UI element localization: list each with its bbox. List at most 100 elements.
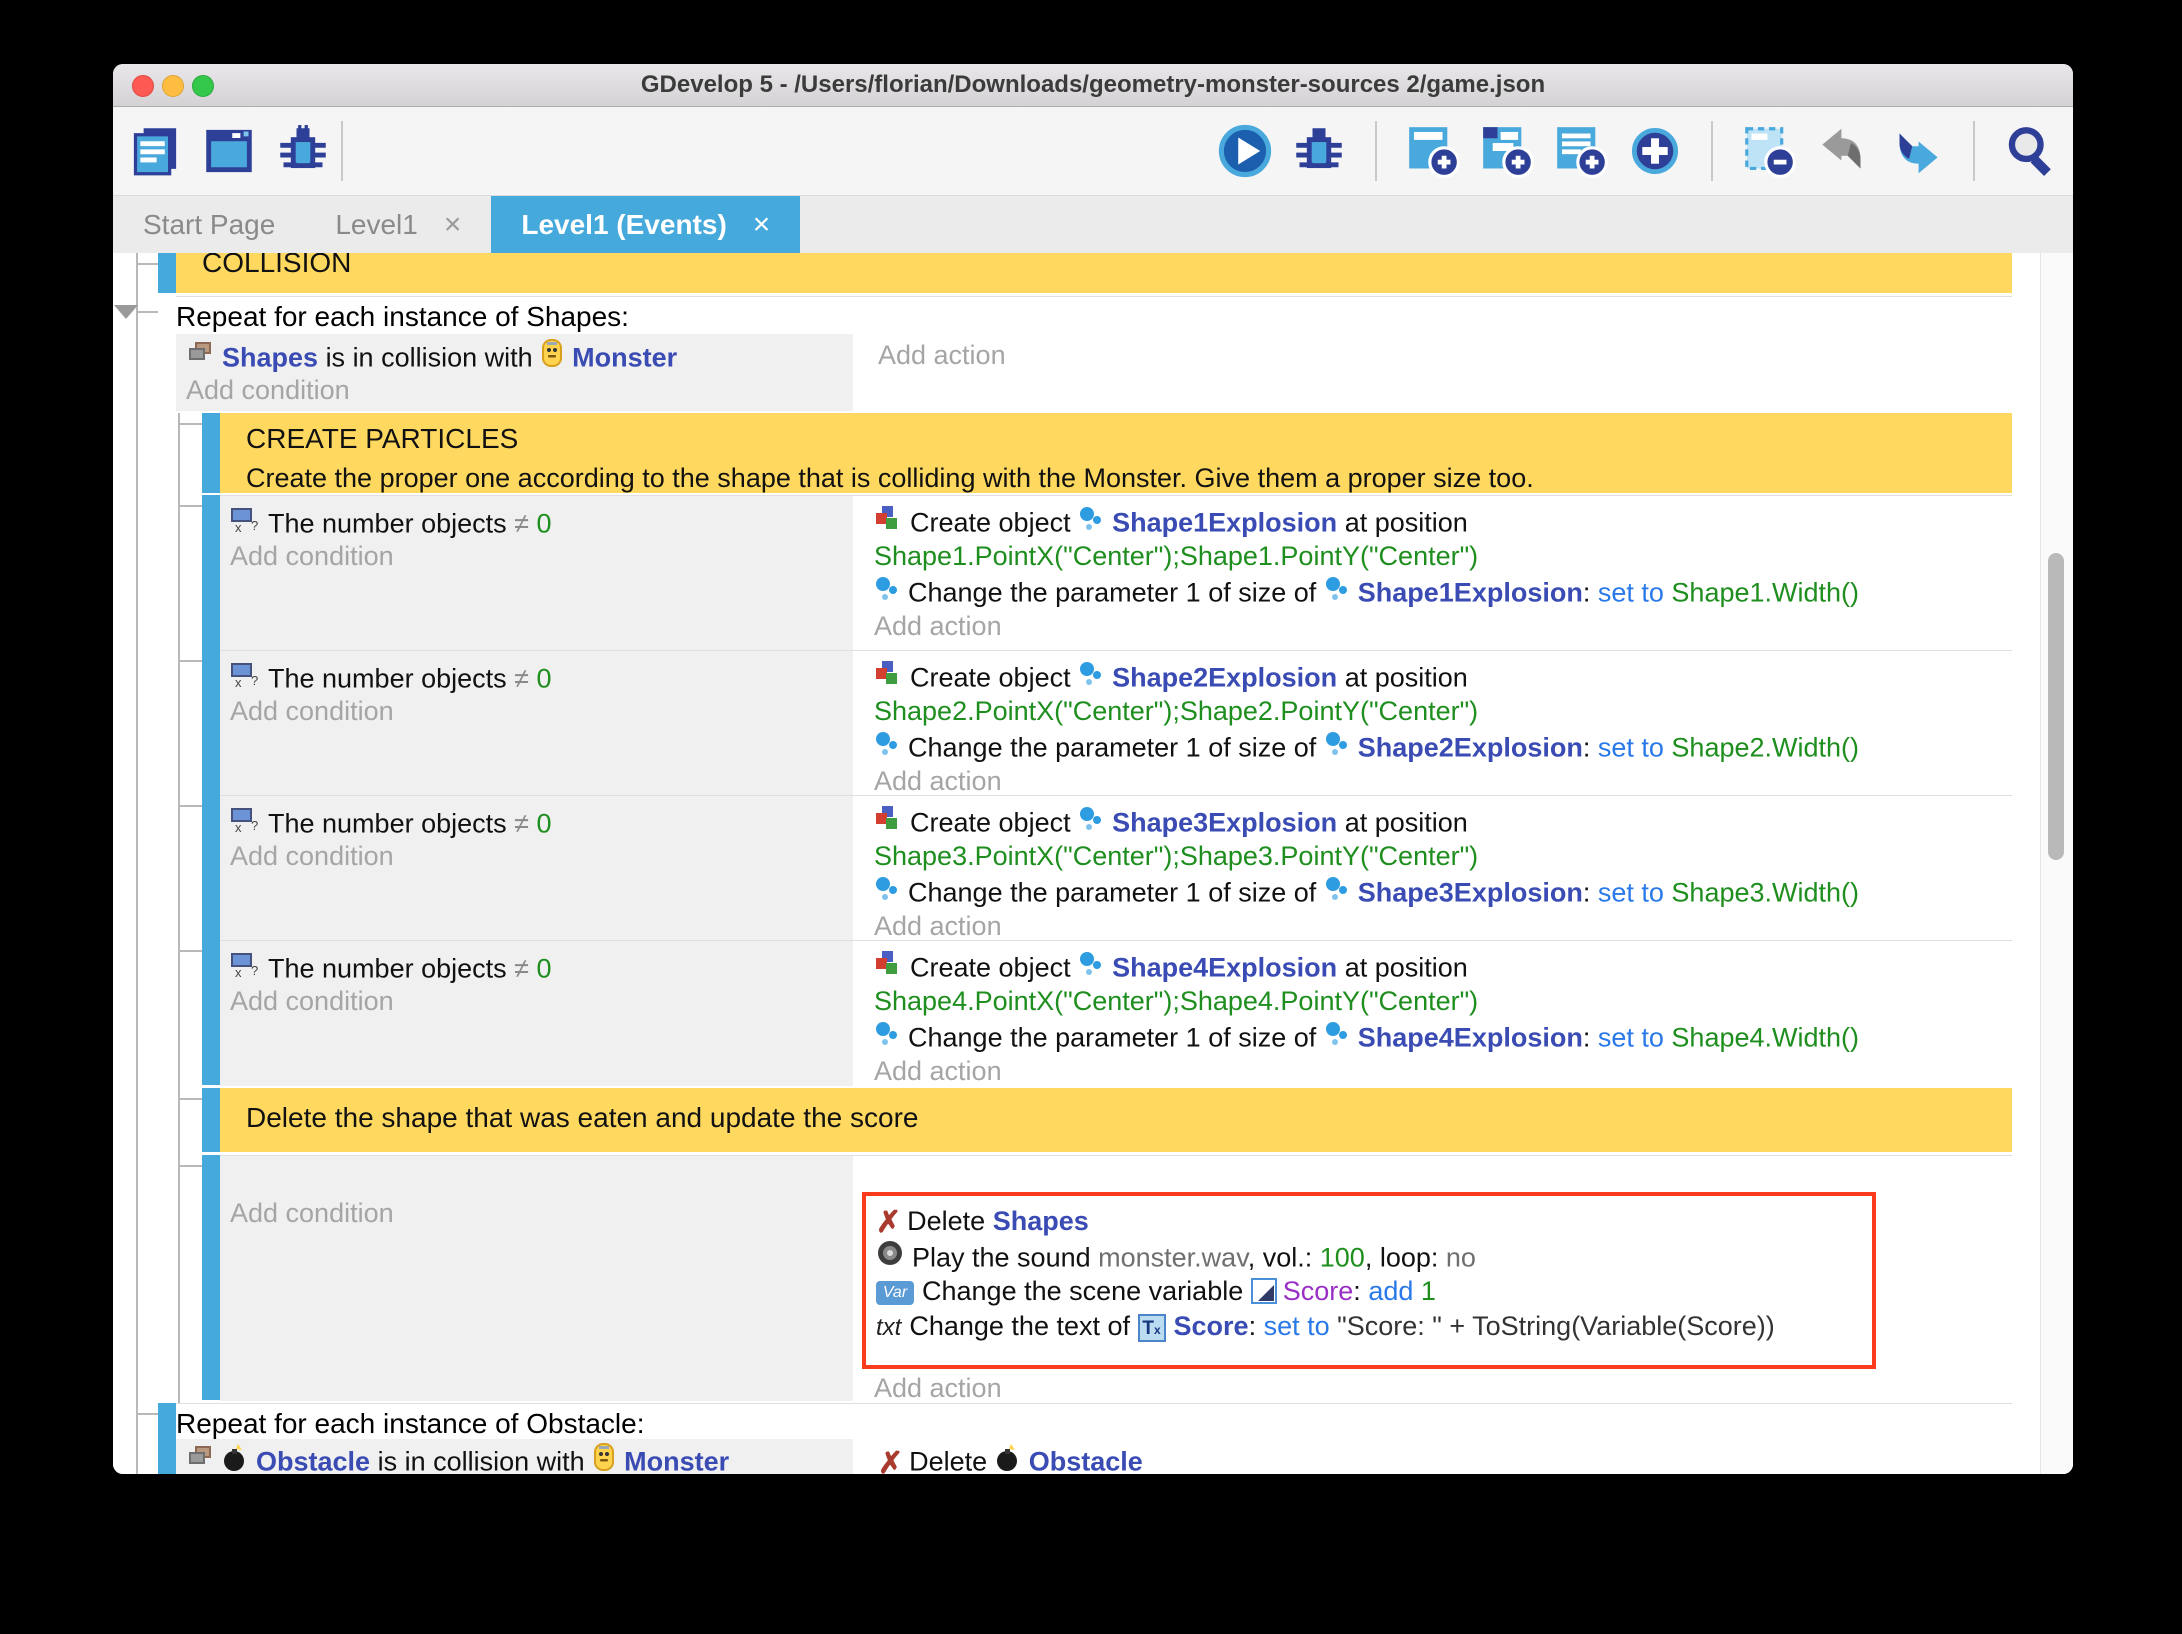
action-text: Create object bbox=[910, 808, 1071, 838]
collapse-arrow-icon[interactable] bbox=[114, 305, 138, 319]
variable-icon: Var bbox=[876, 1281, 914, 1305]
zoom-window-button[interactable] bbox=[192, 75, 214, 97]
add-action-button[interactable]: Add action bbox=[862, 909, 2012, 941]
parameter: monster.wav bbox=[1098, 1243, 1248, 1273]
add-condition-button[interactable]: Add condition bbox=[220, 1156, 853, 1231]
action-text: Change the parameter 1 of size of bbox=[908, 578, 1316, 608]
shape3-event[interactable]: x?The number objects ≠ 0 Add condition C… bbox=[220, 795, 2012, 941]
object-name: Obstacle bbox=[1029, 1447, 1143, 1474]
add-condition-button[interactable]: Add condition bbox=[220, 984, 853, 1019]
tree-guide-tick bbox=[178, 505, 202, 507]
condition-text: The number objects bbox=[268, 509, 507, 539]
debug-icon[interactable] bbox=[275, 123, 331, 179]
add-subevent-icon[interactable] bbox=[1479, 123, 1535, 179]
search-icon[interactable] bbox=[2003, 123, 2059, 179]
action-text: , vol.: bbox=[1248, 1243, 1313, 1273]
undo-icon[interactable] bbox=[1815, 123, 1871, 179]
colon: : bbox=[1249, 1311, 1257, 1341]
comment-delete-score[interactable]: Delete the shape that was eaten and upda… bbox=[220, 1088, 2012, 1152]
comment-create-particles[interactable]: CREATE PARTICLES Create the proper one a… bbox=[220, 413, 2012, 493]
conditions-column[interactable]: x?The number objects ≠ 0 Add condition bbox=[220, 796, 853, 941]
add-circle-icon[interactable] bbox=[1627, 123, 1683, 179]
add-action-button[interactable]: Add action bbox=[862, 764, 2012, 796]
shape4-event[interactable]: x?The number objects ≠ 0 Add condition C… bbox=[220, 940, 2012, 1086]
particle-emitter-icon bbox=[874, 729, 900, 764]
condition-text: The number objects bbox=[268, 954, 507, 984]
monster-icon bbox=[540, 338, 564, 373]
actions-column[interactable]: Add action bbox=[866, 334, 2012, 411]
add-condition-button[interactable]: Add condition bbox=[220, 539, 853, 574]
add-action-button[interactable]: Add action bbox=[862, 1371, 1002, 1401]
debug-icon[interactable] bbox=[1291, 123, 1347, 179]
close-icon[interactable]: × bbox=[753, 208, 771, 242]
actions-column[interactable]: Create object Shape1Explosion at positio… bbox=[862, 496, 2012, 651]
text-object-icon: Tx bbox=[1138, 1314, 1166, 1342]
conditions-column[interactable]: x?The number objects ≠ 0 Add condition bbox=[220, 941, 853, 1086]
add-comment-icon[interactable] bbox=[1553, 123, 1609, 179]
project-manager-icon[interactable] bbox=[127, 123, 183, 179]
object-name: Shape4Explosion bbox=[1358, 1023, 1583, 1053]
tree-guide-tick bbox=[138, 311, 158, 313]
svg-text:x: x bbox=[235, 675, 242, 689]
tab-level1[interactable]: Level1 × bbox=[305, 196, 491, 254]
actions-column[interactable]: Create object Shape2Explosion at positio… bbox=[862, 651, 2012, 796]
keyword: set to bbox=[1264, 1311, 1330, 1341]
shape2-event[interactable]: x?The number objects ≠ 0 Add condition C… bbox=[220, 650, 2012, 796]
svg-text:?: ? bbox=[251, 818, 258, 833]
tree-guide-line bbox=[136, 253, 138, 1474]
repeat-obstacle-event[interactable]: Repeat for each instance of Obstacle: Ob… bbox=[176, 1403, 2012, 1474]
conditions-column[interactable]: Shapes is in collision with Monster Add … bbox=[176, 334, 853, 411]
play-icon[interactable] bbox=[1217, 123, 1273, 179]
minimize-window-button[interactable] bbox=[162, 75, 184, 97]
keyword: add bbox=[1368, 1276, 1413, 1306]
repeat-shapes-event[interactable]: Repeat for each instance of Shapes: Shap… bbox=[176, 296, 2012, 411]
conditions-column[interactable]: Obstacle is in collision with Monster bbox=[176, 1439, 853, 1474]
scrollbar-thumb[interactable] bbox=[2048, 553, 2064, 860]
svg-text:?: ? bbox=[251, 518, 258, 533]
preview-window-icon[interactable] bbox=[201, 123, 257, 179]
add-event-icon[interactable] bbox=[1405, 123, 1461, 179]
add-condition-button[interactable]: Add condition bbox=[220, 694, 853, 729]
shape1-event[interactable]: x?The number objects ≠ 0 Add condition C… bbox=[220, 495, 2012, 651]
score-event[interactable]: Add condition ✗Delete Shapes Play the so… bbox=[220, 1155, 2012, 1401]
create-object-icon bbox=[874, 949, 902, 984]
toolbar-left-group bbox=[127, 123, 331, 179]
actions-column[interactable]: Create object Shape4Explosion at positio… bbox=[862, 941, 2012, 1086]
add-action-button[interactable]: Add action bbox=[866, 334, 2012, 373]
add-action-button[interactable]: Add action bbox=[862, 609, 2012, 644]
add-action-button[interactable]: Add action bbox=[862, 1054, 2012, 1086]
actions-column[interactable]: ✗Delete Shapes Play the sound monster.wa… bbox=[862, 1156, 2012, 1401]
tab-level1-events[interactable]: Level1 (Events) × bbox=[491, 196, 800, 254]
event-drag-handle bbox=[202, 1155, 220, 1400]
conditions-column[interactable]: Add condition bbox=[220, 1156, 853, 1401]
object-name: Shape4Explosion bbox=[1112, 953, 1337, 983]
remove-event-icon[interactable] bbox=[1741, 123, 1797, 179]
redo-icon[interactable] bbox=[1889, 123, 1945, 179]
comment-title: CREATE PARTICLES bbox=[246, 423, 2012, 455]
conditions-column[interactable]: x?The number objects ≠ 0 Add condition bbox=[220, 496, 853, 651]
tree-guide-tick bbox=[178, 805, 202, 807]
action-text: Delete bbox=[909, 1447, 987, 1474]
toolbar-divider bbox=[341, 121, 343, 181]
text-action-icon: txt bbox=[876, 1310, 901, 1344]
close-window-button[interactable] bbox=[132, 75, 154, 97]
object-count-icon: x? bbox=[230, 659, 260, 694]
close-icon[interactable]: × bbox=[444, 208, 462, 242]
expression: Shape1.PointX("Center");Shape1.PointY("C… bbox=[862, 539, 2012, 574]
scrollbar-track[interactable] bbox=[2040, 253, 2073, 1474]
tab-start-page[interactable]: Start Page bbox=[113, 196, 305, 254]
expression: "Score: " + ToString(Variable(Score)) bbox=[1337, 1311, 1775, 1341]
actions-column[interactable]: ✗Delete Obstacle bbox=[866, 1439, 2012, 1474]
action-text: Create object bbox=[910, 508, 1071, 538]
comment-collision[interactable]: COLLISION bbox=[176, 253, 2012, 293]
condition-text: is in collision with bbox=[378, 1447, 585, 1474]
add-condition-button[interactable]: Add condition bbox=[176, 373, 853, 408]
value: 0 bbox=[536, 664, 551, 694]
expression: Shape1.Width() bbox=[1671, 578, 1859, 608]
event-drag-handle bbox=[202, 650, 220, 795]
add-condition-button[interactable]: Add condition bbox=[220, 839, 853, 874]
actions-column[interactable]: Create object Shape3Explosion at positio… bbox=[862, 796, 2012, 941]
tree-guide-tick bbox=[178, 1165, 202, 1167]
conditions-column[interactable]: x?The number objects ≠ 0 Add condition bbox=[220, 651, 853, 796]
condition-text: The number objects bbox=[268, 809, 507, 839]
